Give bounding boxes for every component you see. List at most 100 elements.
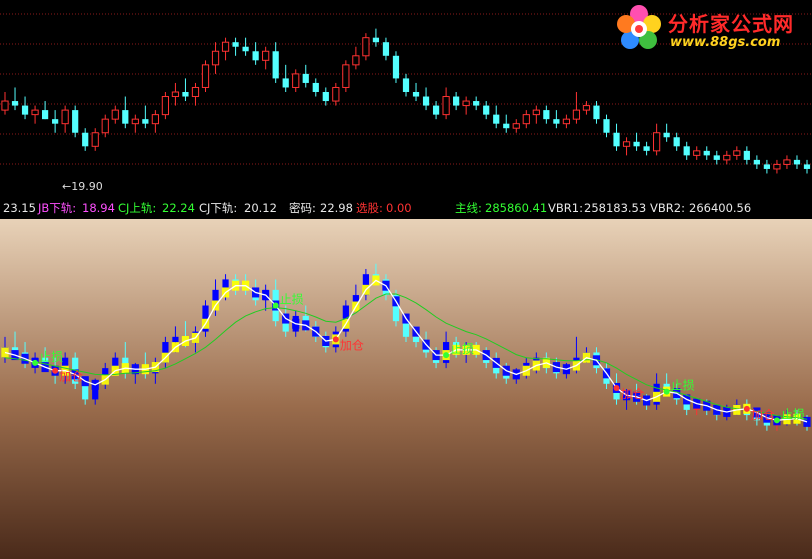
candle-body-up	[191, 86, 200, 98]
logo: 分析家公式网 www.88gs.com	[612, 2, 812, 54]
stop-loss-label: 止损	[280, 293, 304, 307]
candle-body-down	[663, 132, 670, 138]
band-segment	[1, 347, 9, 358]
flower-logo-icon	[617, 5, 661, 49]
add-position-label: 加仓	[751, 408, 775, 422]
candle-body-up	[582, 105, 591, 111]
candle-body-up	[352, 55, 360, 66]
candle-body-up	[101, 118, 109, 134]
candle-body-up	[773, 163, 781, 170]
candle-body-down	[763, 164, 771, 169]
candle-body-down	[312, 82, 319, 92]
candle-body-up	[783, 159, 791, 165]
candle-body-up	[532, 109, 540, 116]
candle-body-down	[453, 96, 460, 106]
jb-lower-label: JB下轨:	[38, 201, 77, 215]
candle-body-down	[412, 92, 420, 97]
candle-body-down	[402, 78, 410, 92]
stop-loss-label: 止损	[39, 350, 63, 364]
add-position-label: 加仓	[59, 370, 83, 384]
candle-body-up	[462, 100, 470, 107]
candle-body-down	[633, 141, 640, 147]
candle-body-up	[723, 154, 731, 161]
candle-body-down	[593, 105, 600, 120]
vbr2-value: 266400.56	[689, 201, 752, 215]
candle-body-down	[643, 146, 650, 151]
candle-body-down	[683, 146, 690, 156]
candle-body-down	[553, 119, 560, 124]
stop-loss-marker	[663, 388, 670, 395]
candle-body-up	[91, 132, 99, 147]
candle-body-up	[201, 64, 210, 88]
zhuxian-value: 285860.41	[485, 201, 548, 215]
vbr2-label: VBR2:	[650, 201, 685, 215]
candle-body-up	[653, 132, 661, 152]
candle-body-down	[392, 55, 400, 79]
candle-body-up	[31, 109, 39, 116]
indicator-info-bar: 23.15 JB下轨: 18.94 CJ上轨: 22.24 CJ下轨: 20.1…	[0, 198, 812, 218]
add-position-marker	[613, 384, 620, 391]
candle-body-down	[422, 96, 430, 106]
candle-body-down	[543, 110, 550, 120]
candle-body-down	[72, 110, 79, 133]
candle-body-up	[362, 37, 370, 57]
candle-body-down	[372, 37, 380, 43]
cj-upper-value: 22.24	[162, 201, 195, 215]
candle-body-up	[342, 64, 350, 88]
stop-loss-label: 止损	[781, 407, 805, 421]
candle-body-down	[52, 119, 59, 124]
candle-body-down	[182, 92, 189, 97]
add-position-marker	[52, 367, 59, 374]
candle-body-up	[1, 100, 9, 111]
candle-body-up	[262, 50, 270, 61]
stop-loss-marker	[272, 302, 279, 309]
cj-upper-label: CJ上轨:	[118, 201, 157, 215]
current-value: 23.15	[3, 201, 36, 215]
stop-loss-marker	[773, 417, 780, 424]
add-position-marker	[332, 336, 339, 343]
candle-body-up	[693, 150, 701, 156]
candle-body-up	[161, 96, 170, 116]
candle-body-down	[603, 119, 610, 133]
xuangu-value: 0.00	[386, 201, 412, 215]
logo-url: www.88gs.com	[670, 35, 781, 50]
candle-body-up	[572, 109, 581, 120]
candle-body-up	[211, 50, 220, 66]
add-position-label: 加仓	[340, 338, 364, 352]
candle-body-down	[122, 110, 129, 124]
candle-body-down	[503, 123, 510, 129]
candle-body-down	[302, 73, 309, 83]
candle-body-down	[473, 101, 480, 106]
candle-body-down	[272, 51, 279, 79]
candle-body-down	[703, 150, 710, 156]
candle-body-down	[41, 110, 49, 120]
candle-body-down	[282, 78, 289, 88]
chart-window: ←19.90 加仓 止损 止损 加仓 止损 加仓 止损 加仓 止损 分析家公式网 www.88g…	[0, 0, 812, 559]
candle-body-down	[793, 159, 801, 165]
candle-body-down	[803, 164, 811, 169]
candle-body-down	[21, 105, 29, 115]
candle-body-up	[292, 73, 300, 88]
candle-body-up	[622, 141, 631, 147]
candle-body-down	[232, 42, 239, 47]
mima-value: 22.98	[320, 201, 353, 215]
candle-body-up	[131, 118, 139, 125]
candle-body-up	[442, 96, 450, 116]
candle-body-down	[82, 132, 89, 147]
candle-body-down	[252, 51, 259, 61]
cj-lower-label: CJ下轨:	[199, 201, 238, 215]
candle-body-down	[753, 159, 760, 165]
stop-loss-label: 止损	[671, 379, 695, 393]
low-price-marker: ←19.90	[62, 180, 103, 193]
candle-body-down	[11, 101, 19, 106]
add-position-label: 加仓	[621, 387, 645, 401]
candle-body-up	[221, 41, 230, 52]
candle-body-up	[171, 91, 180, 98]
ind-candle-body	[412, 336, 420, 343]
vbr1-value: 258183.53	[584, 201, 647, 215]
logo-title: 分析家公式网	[668, 12, 794, 36]
candle-body-down	[382, 42, 390, 56]
candle-body-up	[151, 114, 159, 125]
stop-loss-marker	[443, 352, 450, 359]
candle-body-down	[483, 105, 490, 115]
